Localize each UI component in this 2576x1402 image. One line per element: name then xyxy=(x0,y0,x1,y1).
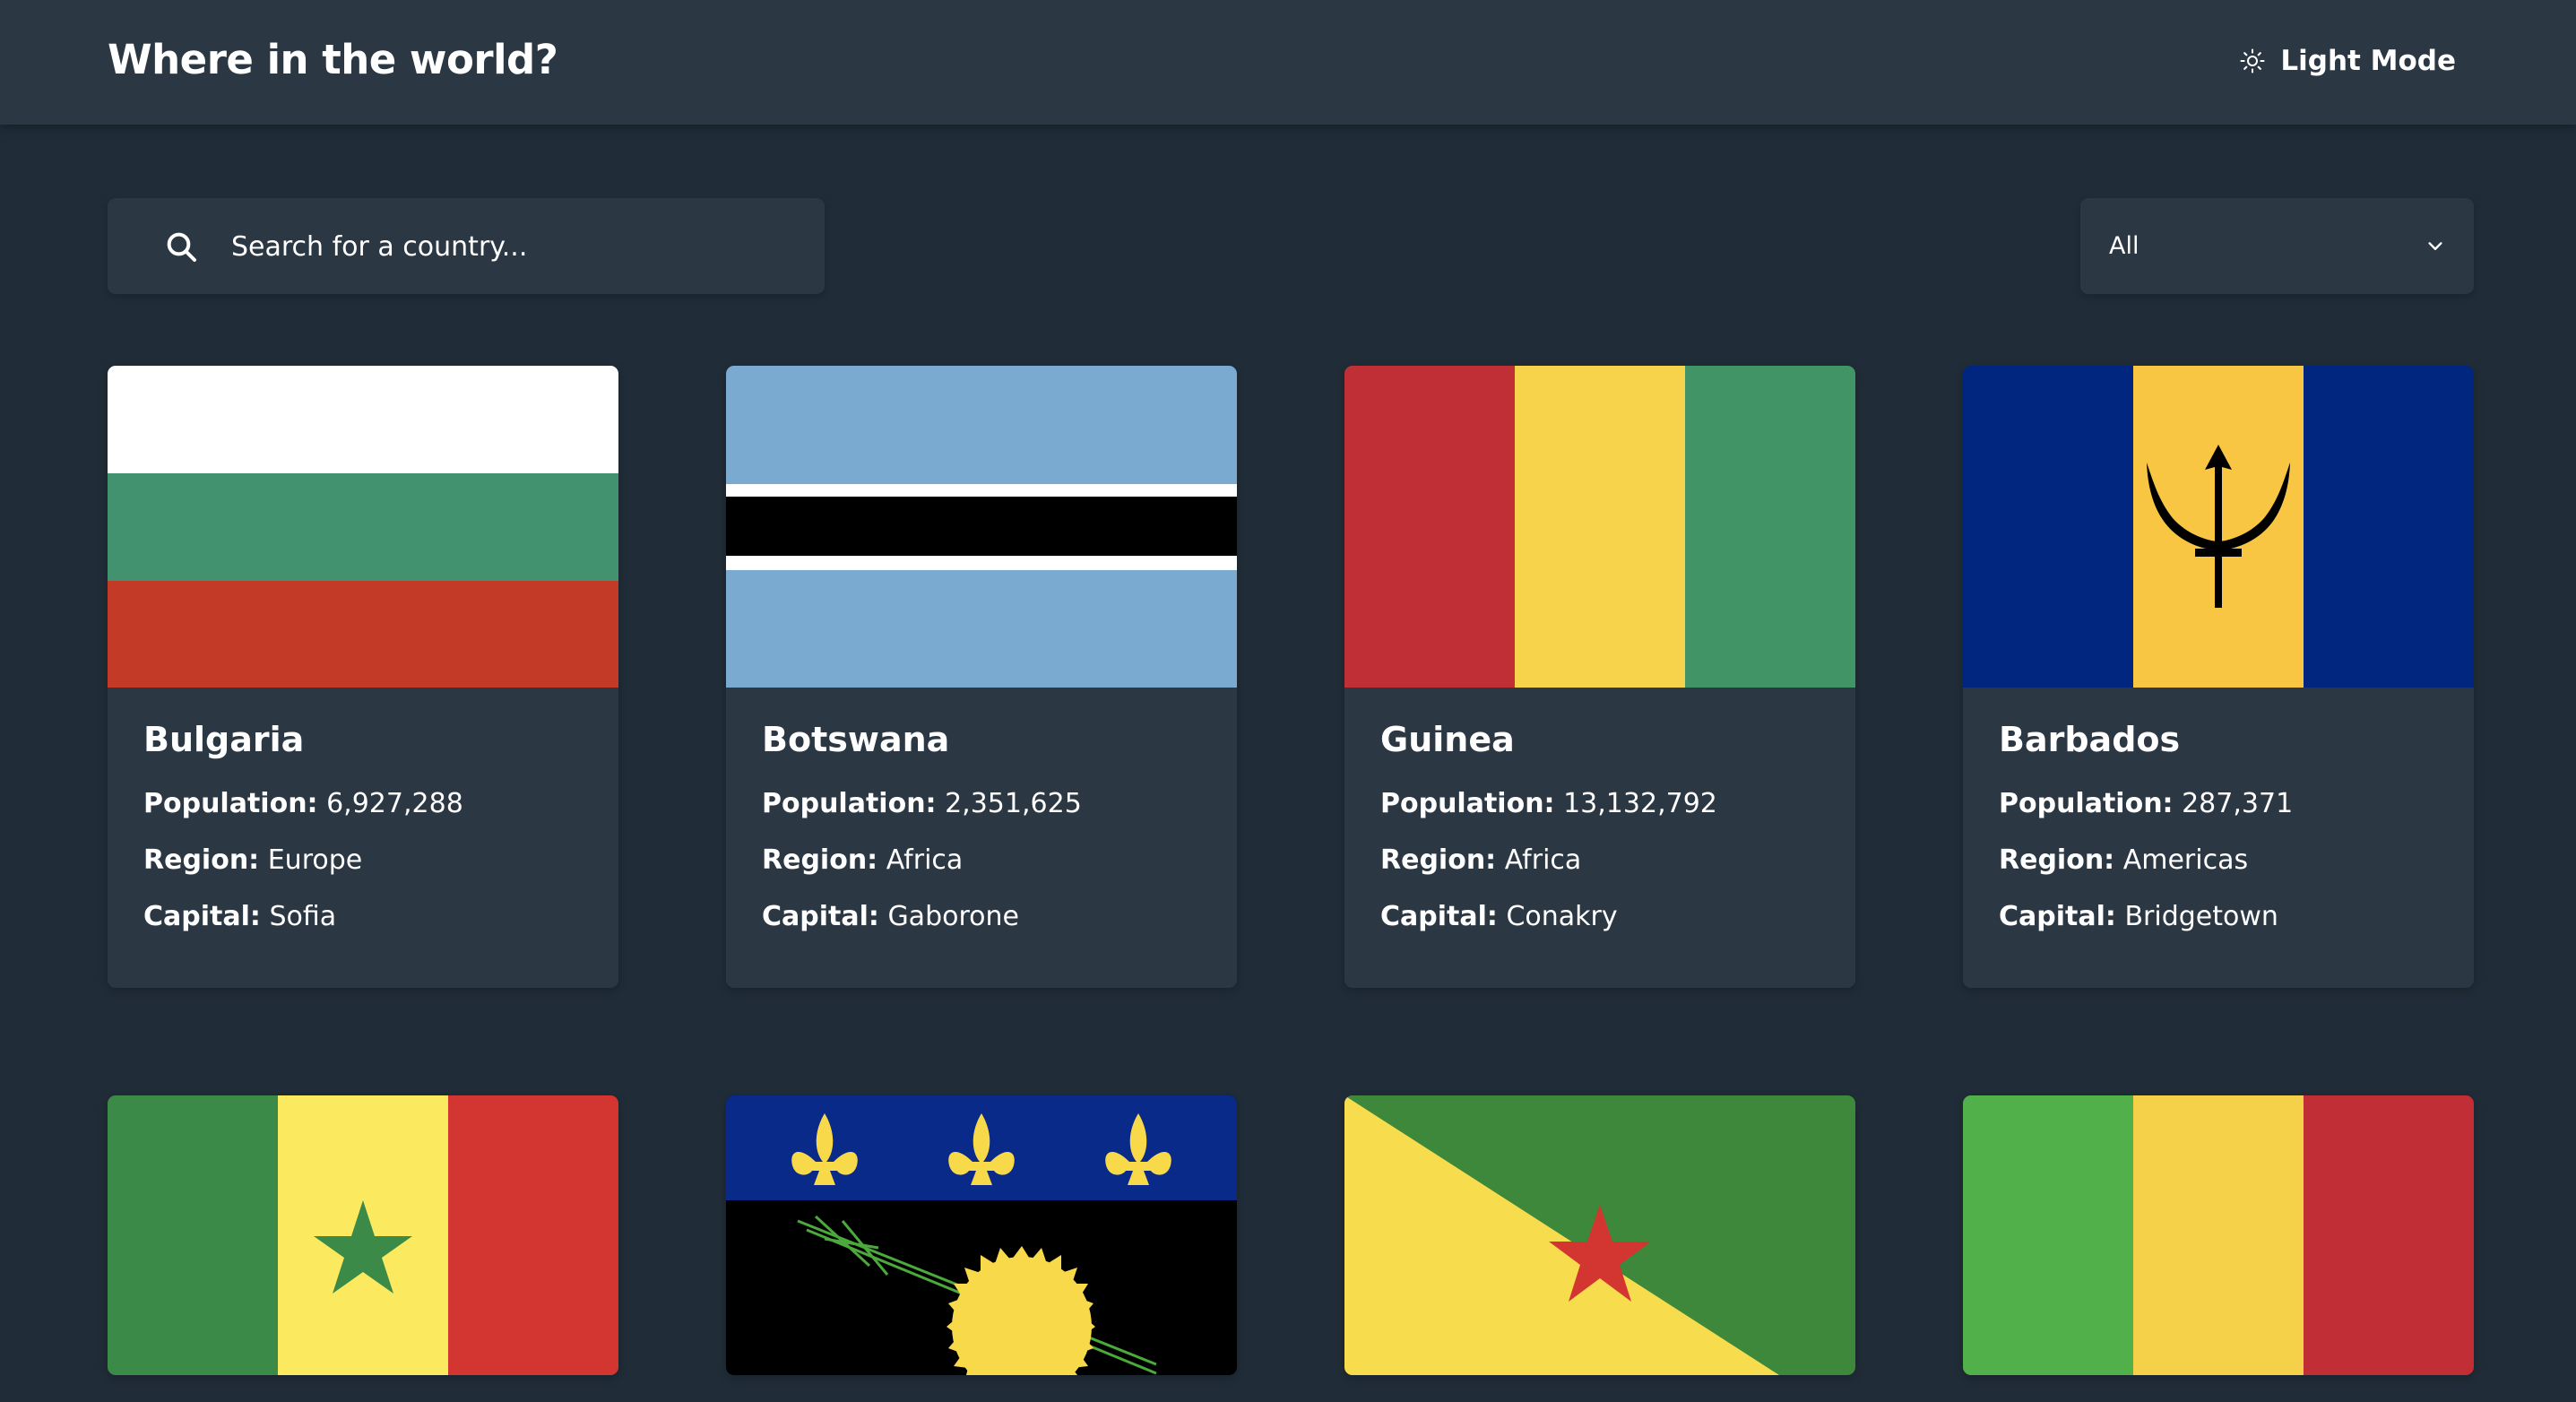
flag-guinea xyxy=(1344,366,1855,688)
region-value: Africa xyxy=(1504,844,1582,876)
capital-value: Gaborone xyxy=(887,901,1019,932)
country-card-bulgaria[interactable]: Bulgaria Population: 6,927,288 Region: E… xyxy=(108,366,618,988)
region-value: Americas xyxy=(2122,844,2249,876)
country-card-mali[interactable] xyxy=(1963,1095,2474,1375)
app-title: Where in the world? xyxy=(108,36,558,83)
search-icon xyxy=(167,232,196,262)
population-stat: Population: 2,351,625 xyxy=(762,788,1201,820)
region-stat: Region: Africa xyxy=(762,844,1201,877)
country-name: Barbados xyxy=(1999,720,2181,759)
capital-value: Conakry xyxy=(1506,901,1618,932)
country-card-senegal[interactable] xyxy=(108,1095,618,1375)
population-label: Population: xyxy=(762,788,937,819)
region-label: Region: xyxy=(1999,844,2115,876)
capital-label: Capital: xyxy=(143,901,261,932)
country-name: Botswana xyxy=(762,720,950,759)
region-label: Region: xyxy=(143,844,260,876)
population-label: Population: xyxy=(143,788,318,819)
theme-toggle-label: Light Mode xyxy=(2280,45,2456,77)
population-stat: Population: 13,132,792 xyxy=(1380,788,1820,820)
flag-senegal xyxy=(108,1095,618,1375)
capital-stat: Capital: Bridgetown xyxy=(1999,901,2438,933)
search-box[interactable] xyxy=(108,198,825,296)
region-stat: Region: Africa xyxy=(1380,844,1820,877)
region-filter-select[interactable]: All xyxy=(2080,198,2474,294)
capital-stat: Capital: Gaborone xyxy=(762,901,1201,933)
region-label: Region: xyxy=(1380,844,1497,876)
capital-value: Bridgetown xyxy=(2124,901,2278,932)
region-stat: Region: Europe xyxy=(143,844,583,877)
app-header: Where in the world? Light Mode xyxy=(0,0,2576,125)
capital-label: Capital: xyxy=(1380,901,1498,932)
chevron-down-icon xyxy=(2428,242,2442,250)
population-label: Population: xyxy=(1380,788,1555,819)
flag-french-guiana xyxy=(1344,1095,1855,1375)
region-stat: Region: Americas xyxy=(1999,844,2438,877)
country-name: Bulgaria xyxy=(143,720,305,759)
country-card-french-guiana[interactable] xyxy=(1344,1095,1855,1375)
flag-botswana xyxy=(726,366,1237,688)
capital-stat: Capital: Sofia xyxy=(143,901,583,933)
region-value: Africa xyxy=(886,844,964,876)
region-filter-value: All xyxy=(2109,232,2139,260)
country-card-guadeloupe[interactable] xyxy=(726,1095,1237,1375)
capital-label: Capital: xyxy=(1999,901,2116,932)
population-label: Population: xyxy=(1999,788,2174,819)
capital-value: Sofia xyxy=(269,901,337,932)
sun-icon xyxy=(2240,48,2265,74)
population-stat: Population: 287,371 xyxy=(1999,788,2438,820)
capital-label: Capital: xyxy=(762,901,879,932)
flag-guadeloupe xyxy=(726,1095,1237,1375)
population-value: 2,351,625 xyxy=(945,788,1082,819)
population-value: 287,371 xyxy=(2182,788,2294,819)
flag-barbados xyxy=(1963,366,2474,688)
flag-mali xyxy=(1963,1095,2474,1375)
region-value: Europe xyxy=(267,844,363,876)
population-value: 13,132,792 xyxy=(1563,788,1717,819)
country-name: Guinea xyxy=(1380,720,1515,759)
country-card-barbados[interactable]: Barbados Population: 287,371 Region: Ame… xyxy=(1963,366,2474,988)
capital-stat: Capital: Conakry xyxy=(1380,901,1820,933)
population-stat: Population: 6,927,288 xyxy=(143,788,583,820)
search-input[interactable] xyxy=(229,198,789,296)
region-label: Region: xyxy=(762,844,878,876)
flag-bulgaria xyxy=(108,366,618,688)
country-card-botswana[interactable]: Botswana Population: 2,351,625 Region: A… xyxy=(726,366,1237,988)
country-card-guinea[interactable]: Guinea Population: 13,132,792 Region: Af… xyxy=(1344,366,1855,988)
theme-toggle-button[interactable]: Light Mode xyxy=(2239,36,2456,86)
population-value: 6,927,288 xyxy=(326,788,463,819)
